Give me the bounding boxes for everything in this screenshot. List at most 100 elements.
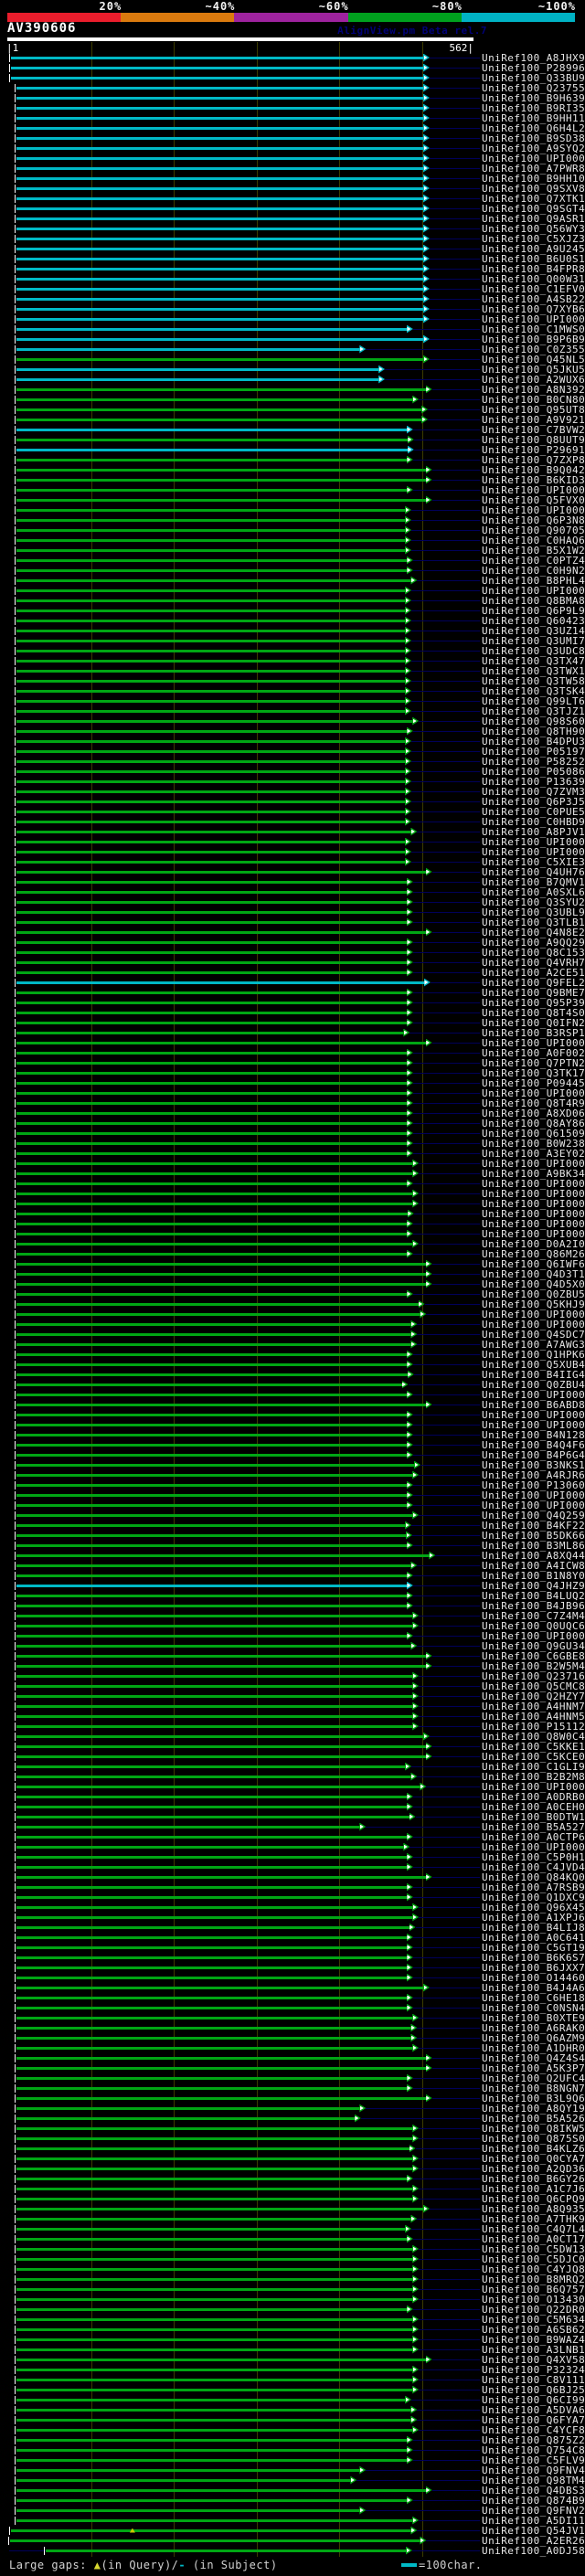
- alignment-row[interactable]: UniRef100_A4HNM7: [0, 1701, 585, 1712]
- alignment-row[interactable]: UniRef100_B3RSP1: [0, 1028, 585, 1038]
- subject-label[interactable]: UniRef100_A0C641: [482, 1933, 585, 1943]
- alignment-row[interactable]: UniRef100_Q96X45: [0, 1903, 585, 1913]
- subject-label[interactable]: UniRef100_Q754C8: [482, 2445, 585, 2455]
- alignment-row[interactable]: UniRef100_Q95P39: [0, 998, 585, 1008]
- alignment-row[interactable]: UniRef100_UPI000..: [0, 1199, 585, 1209]
- subject-label[interactable]: UniRef100_Q5CMC8: [482, 1681, 585, 1691]
- alignment-row[interactable]: UniRef100_C1EFV0: [0, 284, 585, 294]
- subject-label[interactable]: UniRef100_A4RJR6: [482, 1470, 585, 1480]
- subject-label[interactable]: UniRef100_P05197: [482, 747, 585, 757]
- alignment-row[interactable]: UniRef100_C1MWS0: [0, 324, 585, 334]
- alignment-row[interactable]: UniRef100_B1N8Y0: [0, 1571, 585, 1581]
- alignment-row[interactable]: UniRef100_B4Q4F6: [0, 1440, 585, 1450]
- subject-label[interactable]: UniRef100_C7BVW2: [482, 425, 585, 435]
- subject-label[interactable]: UniRef100_Q60423: [482, 616, 585, 626]
- alignment-row[interactable]: UniRef100_A9SYQ2: [0, 143, 585, 154]
- subject-label[interactable]: UniRef100_C0HBD9: [482, 817, 585, 827]
- subject-label[interactable]: UniRef100_Q84KQ0: [482, 1872, 585, 1882]
- alignment-row[interactable]: UniRef100_UPI000..: [0, 1309, 585, 1320]
- subject-label[interactable]: UniRef100_A2WUX6: [482, 375, 585, 385]
- subject-label[interactable]: UniRef100_A0CTP6: [482, 1832, 585, 1842]
- alignment-row[interactable]: UniRef100_Q9FNV2: [0, 2506, 585, 2516]
- subject-label[interactable]: UniRef100_Q23716: [482, 1671, 585, 1681]
- subject-label[interactable]: UniRef100_Q3UZ14: [482, 626, 585, 636]
- alignment-row[interactable]: UniRef100_B5DK66: [0, 1531, 585, 1541]
- alignment-row[interactable]: UniRef100_Q45NL5: [0, 355, 585, 365]
- subject-label[interactable]: UniRef100_B5A526: [482, 2114, 585, 2124]
- subject-label[interactable]: UniRef100_Q6P9L9: [482, 606, 585, 616]
- subject-label[interactable]: UniRef100_Q6CI99: [482, 2395, 585, 2405]
- alignment-row[interactable]: UniRef100_Q1HPK6: [0, 1350, 585, 1360]
- subject-label[interactable]: UniRef100_Q7PTN2: [482, 1058, 585, 1068]
- subject-label[interactable]: UniRef100_Q6BJ25: [482, 2385, 585, 2395]
- alignment-row[interactable]: UniRef100_Q9BME7: [0, 988, 585, 998]
- subject-label[interactable]: UniRef100_B9H639: [482, 93, 585, 103]
- alignment-row[interactable]: UniRef100_A0F002: [0, 1048, 585, 1058]
- subject-label[interactable]: UniRef100_Q6FYA7: [482, 2415, 585, 2425]
- alignment-row[interactable]: UniRef100_A2WUX6: [0, 375, 585, 385]
- subject-label[interactable]: UniRef100_Q9FNV2: [482, 2506, 585, 2516]
- alignment-row[interactable]: UniRef100_UPI000..: [0, 837, 585, 847]
- alignment-row[interactable]: UniRef100_A0DRB0: [0, 1792, 585, 1802]
- alignment-row[interactable]: UniRef100_B9P6B9: [0, 334, 585, 345]
- subject-label[interactable]: UniRef100_Q4D5X0: [482, 1279, 585, 1289]
- subject-label[interactable]: UniRef100_Q3TK17: [482, 1068, 585, 1078]
- subject-label[interactable]: UniRef100_B9SD38: [482, 133, 585, 143]
- subject-label[interactable]: UniRef100_P28996: [482, 63, 585, 73]
- alignment-row[interactable]: UniRef100_Q3TX47: [0, 656, 585, 666]
- subject-label[interactable]: UniRef100_Q99LT6: [482, 696, 585, 706]
- subject-label[interactable]: UniRef100_B9RI35: [482, 103, 585, 113]
- alignment-row[interactable]: UniRef100_Q61509: [0, 1129, 585, 1139]
- subject-label[interactable]: UniRef100_A0SXL6: [482, 887, 585, 897]
- subject-label[interactable]: UniRef100_Q6P3J5: [482, 797, 585, 807]
- alignment-row[interactable]: UniRef100_B4FPR8: [0, 264, 585, 274]
- alignment-row[interactable]: UniRef100_C6GBE8: [0, 1651, 585, 1661]
- alignment-row[interactable]: UniRef100_P13639: [0, 777, 585, 787]
- alignment-row[interactable]: UniRef100_B9HH10: [0, 174, 585, 184]
- subject-label[interactable]: UniRef100_Q1HPK6: [482, 1350, 585, 1360]
- subject-label[interactable]: UniRef100_C4JVD4: [482, 1862, 585, 1872]
- subject-label[interactable]: UniRef100_B6ABD8: [482, 1400, 585, 1410]
- subject-label[interactable]: UniRef100_Q0UQC6: [482, 1621, 585, 1631]
- subject-label[interactable]: UniRef100_Q4SDC7: [482, 1330, 585, 1340]
- alignment-row[interactable]: UniRef100_A0CTP6: [0, 1832, 585, 1842]
- subject-label[interactable]: UniRef100_UPI000..: [482, 1229, 585, 1239]
- alignment-row[interactable]: UniRef100_UPI000..: [0, 1631, 585, 1641]
- alignment-row[interactable]: UniRef100_Q8T4S0: [0, 1008, 585, 1018]
- subject-label[interactable]: UniRef100_UPI000..: [482, 1842, 585, 1852]
- alignment-row[interactable]: UniRef100_Q4D5X0: [0, 1279, 585, 1289]
- subject-label[interactable]: UniRef100_P29691: [482, 445, 585, 455]
- alignment-row[interactable]: UniRef100_B0W238: [0, 1139, 585, 1149]
- subject-label[interactable]: UniRef100_Q4DBS3: [482, 2486, 585, 2496]
- alignment-row[interactable]: UniRef100_C0NSN4: [0, 2003, 585, 2013]
- subject-label[interactable]: UniRef100_Q4VRH7: [482, 958, 585, 968]
- alignment-row[interactable]: UniRef100_P05197: [0, 747, 585, 757]
- alignment-row[interactable]: UniRef100_Q8W0C4: [0, 1732, 585, 1742]
- alignment-row[interactable]: UniRef100_Q3TW58: [0, 676, 585, 686]
- subject-label[interactable]: UniRef100_Q3UBL9: [482, 907, 585, 917]
- subject-label[interactable]: UniRef100_Q6AZM9: [482, 2033, 585, 2043]
- alignment-row[interactable]: UniRef100_Q0ZBU4: [0, 1380, 585, 1390]
- subject-label[interactable]: UniRef100_C0PTZ4: [482, 556, 585, 566]
- subject-label[interactable]: UniRef100_C6GBE8: [482, 1651, 585, 1661]
- alignment-row[interactable]: UniRef100_Q4N8E2: [0, 928, 585, 938]
- subject-label[interactable]: UniRef100_A4HNM7: [482, 1701, 585, 1712]
- alignment-row[interactable]: UniRef100_B8PHL4: [0, 576, 585, 586]
- subject-label[interactable]: UniRef100_Q2HZY7: [482, 1691, 585, 1701]
- alignment-row[interactable]: UniRef100_Q8TH90: [0, 726, 585, 737]
- subject-label[interactable]: UniRef100_C5KKE1: [482, 1742, 585, 1752]
- subject-label[interactable]: UniRef100_C5KCE0: [482, 1752, 585, 1762]
- subject-label[interactable]: UniRef100_Q9SGT4: [482, 204, 585, 214]
- subject-label[interactable]: UniRef100_Q3TX47: [482, 656, 585, 666]
- alignment-row[interactable]: UniRef100_UPI000..: [0, 1490, 585, 1500]
- subject-label[interactable]: UniRef100_A9QQ29: [482, 938, 585, 948]
- alignment-row[interactable]: UniRef100_UPI000..: [0, 1390, 585, 1400]
- alignment-row[interactable]: UniRef100_Q874B9: [0, 2496, 585, 2506]
- alignment-row[interactable]: UniRef100_Q22DR0: [0, 2305, 585, 2315]
- subject-label[interactable]: UniRef100_Q3UDC8: [482, 646, 585, 656]
- subject-label[interactable]: UniRef100_Q7XYB6: [482, 304, 585, 314]
- alignment-row[interactable]: UniRef100_C0PTZ4: [0, 556, 585, 566]
- alignment-row[interactable]: UniRef100_Q5KHJ9: [0, 1299, 585, 1309]
- subject-label[interactable]: UniRef100_Q8T4S0: [482, 1008, 585, 1018]
- subject-label[interactable]: UniRef100_Q1DXC9: [482, 1892, 585, 1903]
